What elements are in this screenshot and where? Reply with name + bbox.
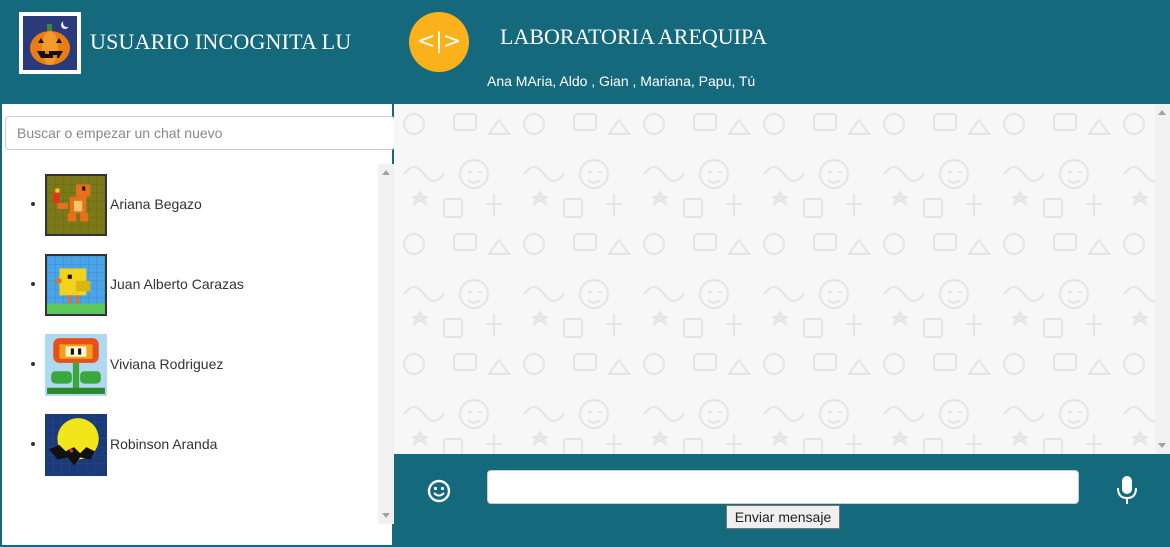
group-name: LABORATORIA AREQUIPA <box>500 24 768 49</box>
search-input[interactable] <box>5 116 395 150</box>
list-bullet <box>31 202 35 206</box>
contact-item[interactable]: Juan Alberto Carazas <box>5 254 377 316</box>
group-members: Ana MAria, Aldo , Gian , Mariana, Papu, … <box>487 73 756 89</box>
message-area <box>394 104 1170 454</box>
scroll-down-icon[interactable] <box>382 513 390 518</box>
send-button[interactable]: Enviar mensaje <box>726 505 840 529</box>
contact-name: Robinson Aranda <box>110 436 218 452</box>
contact-list-scrollbar[interactable] <box>378 164 394 524</box>
microphone-icon[interactable] <box>1114 474 1140 506</box>
bat-moon-pixel-icon <box>45 414 107 476</box>
user-header: USUARIO INCOGNITA LU <box>2 2 392 104</box>
contact-item[interactable]: Viviana Rodriguez <box>5 334 377 396</box>
scroll-up-icon[interactable] <box>1158 110 1166 115</box>
left-panel: USUARIO INCOGNITA LU Ariana B <box>0 0 395 547</box>
fire-flower-pixel-icon <box>45 334 107 396</box>
list-bullet <box>31 282 35 286</box>
contact-list: Ariana Begazo Juan Alberto Carazas Vivia… <box>5 162 395 524</box>
message-area-scrollbar[interactable] <box>1155 104 1170 454</box>
contact-item[interactable]: Robinson Aranda <box>5 414 377 476</box>
message-input[interactable] <box>487 470 1079 504</box>
user-name: USUARIO INCOGNITA LU <box>90 29 352 54</box>
smiley-icon[interactable] <box>426 478 452 504</box>
contact-item[interactable]: Ariana Begazo <box>5 174 377 236</box>
contact-name: Ariana Begazo <box>110 196 202 212</box>
scroll-down-icon[interactable] <box>1158 443 1166 448</box>
user-avatar[interactable] <box>19 12 81 74</box>
chick-pixel-icon <box>45 254 107 316</box>
composer-bar: Enviar mensaje <box>394 454 1170 547</box>
charmander-pixel-icon <box>45 174 107 236</box>
list-bullet <box>31 442 35 446</box>
contact-name: Viviana Rodriguez <box>110 356 224 372</box>
pumpkin-icon <box>23 16 77 70</box>
contact-name: Juan Alberto Carazas <box>110 276 244 292</box>
group-avatar[interactable]: <|> <box>409 12 469 72</box>
scroll-up-icon[interactable] <box>382 170 390 175</box>
doodle-background <box>394 104 1170 454</box>
list-bullet <box>31 362 35 366</box>
chat-header: <|> LABORATORIA AREQUIPA Ana MAria, Aldo… <box>394 0 1170 104</box>
